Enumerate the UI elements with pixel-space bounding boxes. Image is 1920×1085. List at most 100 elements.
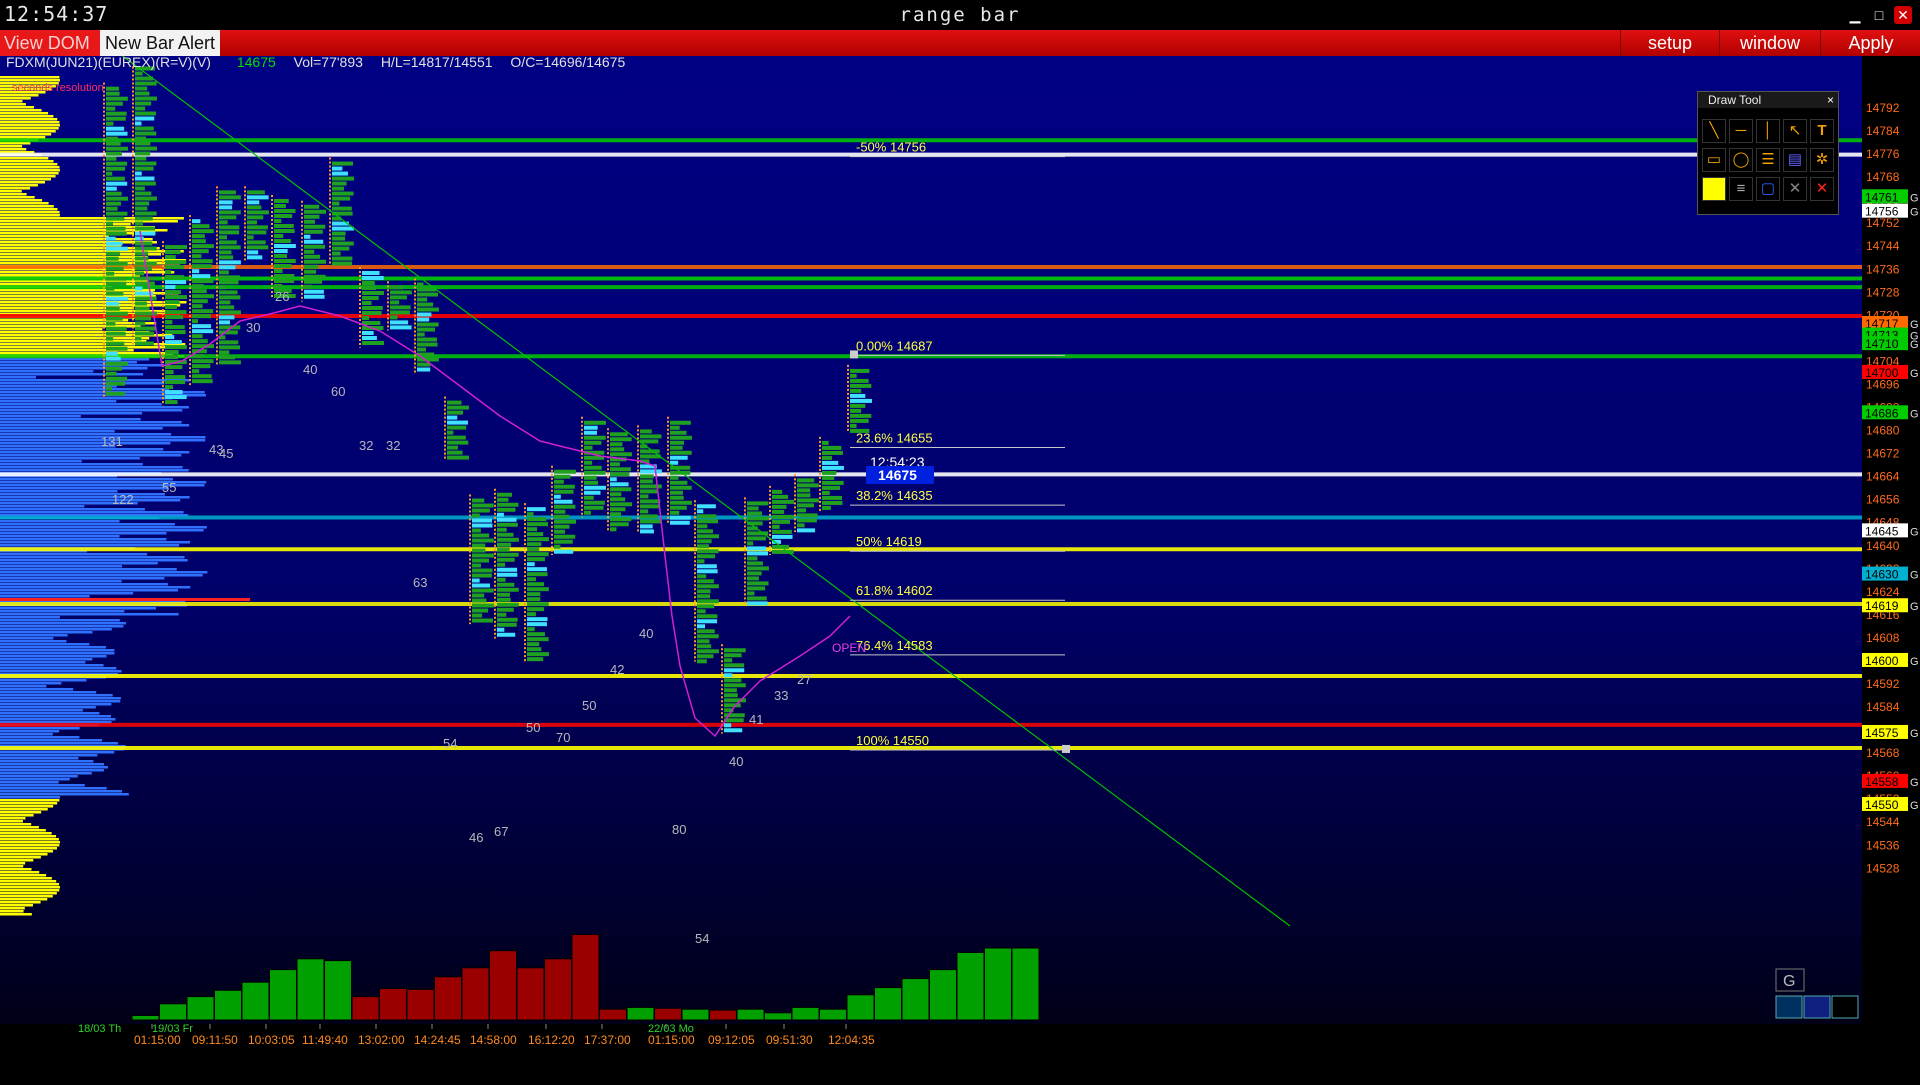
bar-cell <box>527 622 547 627</box>
profile-bar <box>0 160 54 163</box>
bar-cell <box>850 408 862 413</box>
bar-cell <box>527 642 540 647</box>
bar-cell <box>747 551 769 556</box>
bar-cell <box>106 126 125 131</box>
profile-bar <box>0 787 107 790</box>
delete-icon[interactable]: ✕ <box>1810 177 1834 201</box>
gear-icon[interactable]: ✲ <box>1810 148 1834 172</box>
box-icon[interactable]: ▢ <box>1756 177 1780 201</box>
level-tag-price: 14619 <box>1865 599 1899 613</box>
cross-icon[interactable]: ✕ <box>1783 177 1807 201</box>
time-axis[interactable]: 18/03 Th 19/03 Fr 22/03 Mo 01:15:00 09:11:50… <box>0 1023 1862 1080</box>
bar-cell <box>527 632 545 637</box>
bar-cell <box>247 240 266 245</box>
last-price-header: 14675 <box>236 54 276 70</box>
bar-cell <box>724 723 732 728</box>
close-icon[interactable]: ✕ <box>1894 6 1912 24</box>
bar-cell <box>247 200 260 205</box>
channel-icon[interactable]: ☰ <box>1756 148 1780 172</box>
vwap-line <box>139 230 851 738</box>
bar-cell <box>390 310 410 315</box>
draw-tool-close-icon[interactable]: × <box>1827 92 1834 108</box>
bar-cell <box>497 552 519 557</box>
bar-cell <box>417 297 428 302</box>
profile-bar <box>0 667 117 670</box>
bar-cell <box>697 629 715 634</box>
bar-cell <box>165 290 181 295</box>
chart-canvas[interactable]: -50% 14756 0.00% 14687 23.6% 14655 38.2% 14… <box>0 56 1862 1024</box>
setup-button[interactable]: setup <box>1620 30 1719 56</box>
bar-cell <box>106 296 128 301</box>
bar-cell <box>165 300 180 305</box>
window-button[interactable]: window <box>1719 30 1820 56</box>
bar-cell <box>135 246 157 251</box>
bar-cell <box>447 455 469 460</box>
expand-button[interactable] <box>1831 995 1859 1019</box>
bar-cell <box>274 264 292 268</box>
draw-tool-panel: Draw Tool × ╲ ─ │ ↖ T ▭ ◯ ☰ ▤ ✲ ≡ ▢ ✕ ✕ <box>1697 91 1839 215</box>
bar-cell <box>640 499 661 504</box>
bar-cell <box>192 239 206 244</box>
bar-cell <box>822 490 830 495</box>
bar-cell <box>304 294 325 299</box>
hline-icon[interactable]: ─ <box>1729 119 1753 143</box>
bar-cell <box>165 370 174 375</box>
profile-bar <box>0 385 117 388</box>
chart-area[interactable]: -50% 14756 0.00% 14687 23.6% 14655 38.2% 14… <box>0 54 1862 1024</box>
zoom-button[interactable] <box>1803 995 1831 1019</box>
bar-cell <box>304 274 326 279</box>
level-tag-flag: G <box>1910 728 1919 740</box>
fib-handle[interactable] <box>1062 744 1070 753</box>
bar-cell <box>219 290 238 295</box>
time-label: 12:04:35 <box>828 1033 875 1047</box>
bar-cell <box>106 261 128 266</box>
level-tag-flag: G <box>1910 656 1919 668</box>
bar-cell <box>219 245 241 250</box>
text-icon[interactable]: T <box>1810 119 1834 143</box>
bar-cell <box>497 557 515 562</box>
bar-cell <box>135 131 157 136</box>
bar-cell <box>106 196 128 201</box>
bar-cell <box>697 599 719 604</box>
maximize-icon[interactable]: □ <box>1870 6 1888 24</box>
bar-cell <box>304 219 315 224</box>
bar-cell <box>135 101 152 106</box>
bar-cell <box>192 374 212 379</box>
bar-cell <box>747 541 754 546</box>
view-dom-button[interactable]: View DOM <box>0 30 104 56</box>
bar-cell <box>274 279 295 283</box>
bar-cell <box>135 296 157 301</box>
bar-cell <box>135 191 152 196</box>
bar-cell <box>106 206 118 211</box>
bar-cell <box>772 534 793 539</box>
rect-icon[interactable]: ▭ <box>1702 148 1726 172</box>
ellipse-icon[interactable]: ◯ <box>1729 148 1753 172</box>
bar-cell <box>497 592 510 597</box>
profile-bar <box>0 739 103 742</box>
arrow-icon[interactable]: ↖ <box>1783 119 1807 143</box>
line-icon[interactable]: ╲ <box>1702 119 1726 143</box>
profile-bar <box>0 442 171 445</box>
bar-cell <box>472 518 492 523</box>
bar-cell <box>747 581 769 586</box>
fib-icon[interactable]: ▤ <box>1783 148 1807 172</box>
profile-bar <box>0 124 60 127</box>
apply-button[interactable]: Apply <box>1820 30 1920 56</box>
profile-bar <box>0 865 24 868</box>
bar-cell <box>697 604 715 609</box>
minimize-icon[interactable]: ▁ <box>1846 6 1864 24</box>
color-swatch[interactable] <box>1702 177 1726 201</box>
profile-bar <box>0 331 150 334</box>
profile-bar <box>0 328 103 331</box>
profile-bar <box>0 856 41 859</box>
crosshair-button[interactable] <box>1775 995 1803 1019</box>
level-tag-flag: G <box>1910 800 1919 812</box>
bar-cell <box>472 568 493 573</box>
price-axis[interactable]: 1479214784147761476814760147521474414736… <box>1862 56 1920 1080</box>
bar-cell <box>497 522 518 527</box>
bar-cell <box>724 688 737 693</box>
new-bar-alert-button[interactable]: New Bar Alert <box>100 30 220 56</box>
list-icon[interactable]: ≡ <box>1729 177 1753 201</box>
vline-icon[interactable]: │ <box>1756 119 1780 143</box>
fib-handle[interactable] <box>850 350 858 359</box>
